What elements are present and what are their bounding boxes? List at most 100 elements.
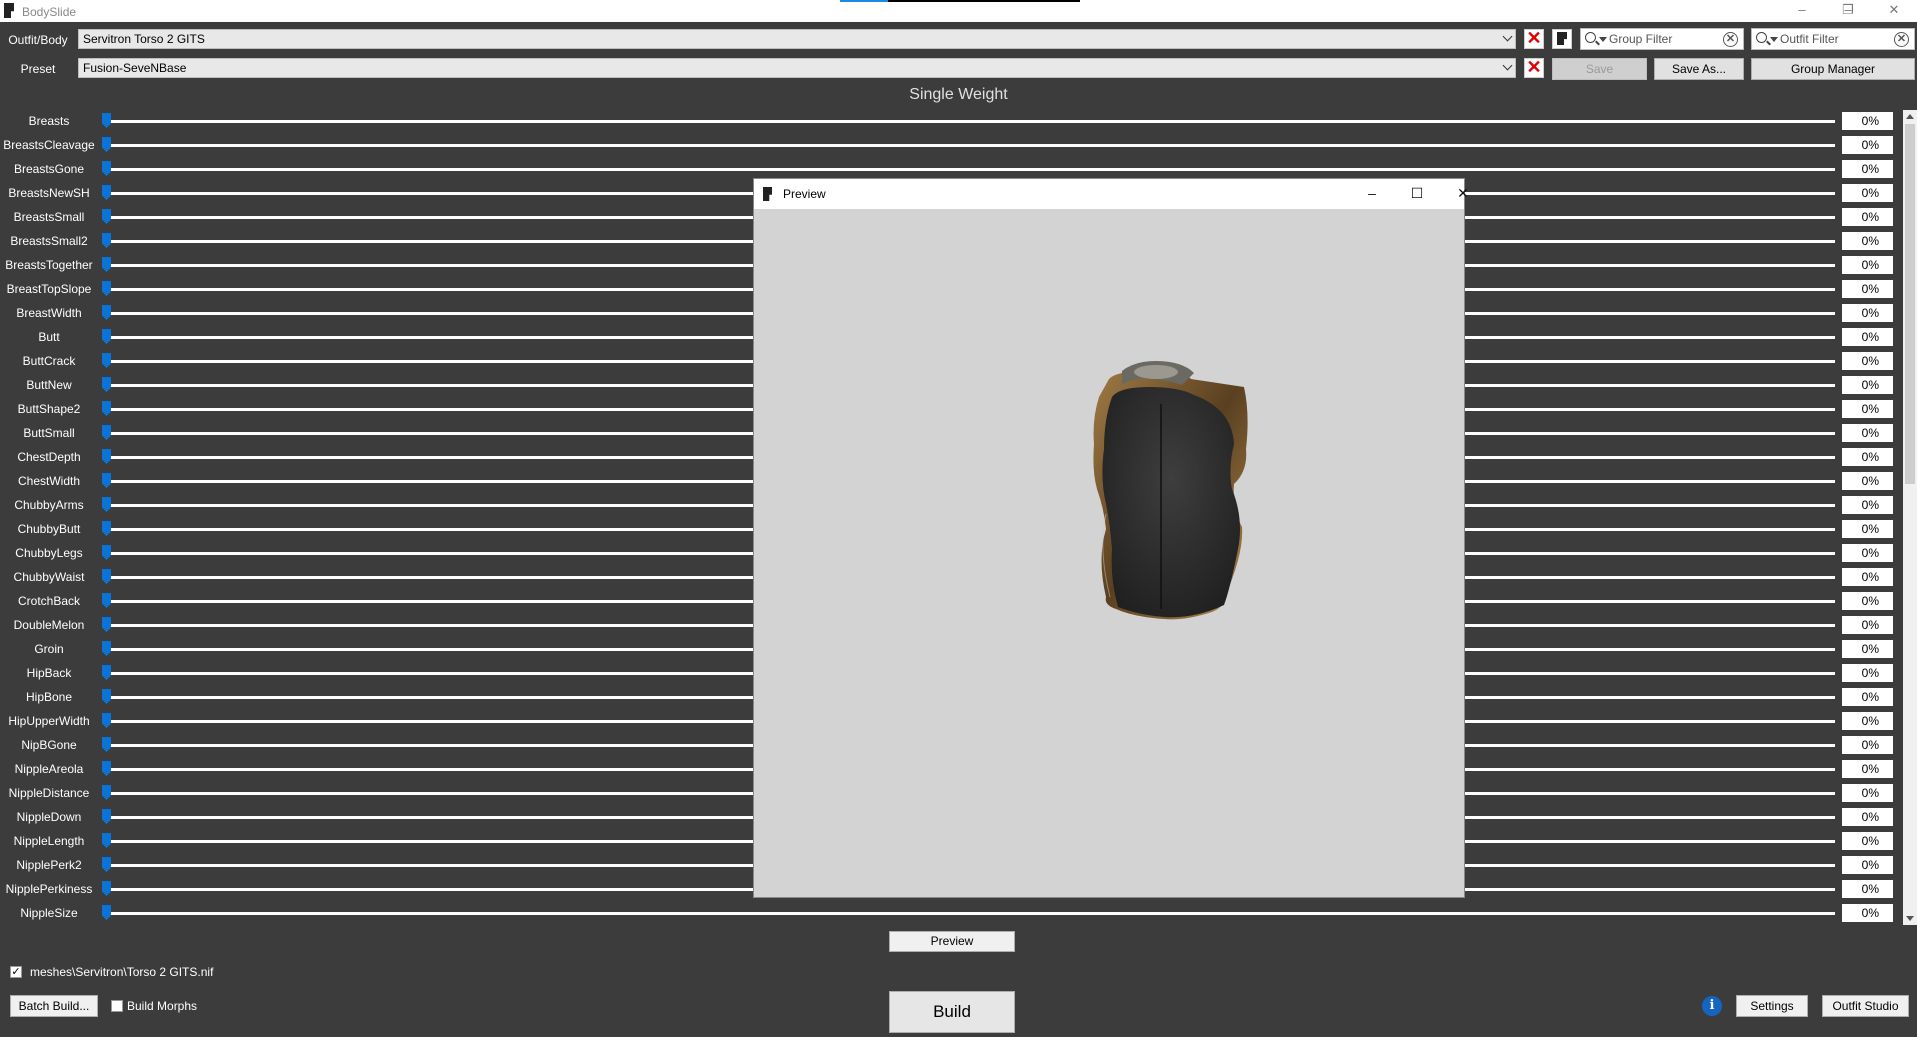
- slider-track[interactable]: [105, 120, 1835, 123]
- clear-outfit-button[interactable]: ✕: [1524, 29, 1544, 49]
- group-manager-button[interactable]: Group Manager: [1751, 58, 1915, 80]
- slider-value-input[interactable]: 0%: [1842, 904, 1893, 922]
- scroll-thumb[interactable]: [1905, 124, 1915, 484]
- slider-value-input[interactable]: 0%: [1842, 328, 1893, 346]
- slider-value-input[interactable]: 0%: [1842, 280, 1893, 298]
- slider-handle[interactable]: [102, 185, 111, 200]
- slider-value-input[interactable]: 0%: [1842, 712, 1893, 730]
- slider-handle[interactable]: [102, 473, 111, 488]
- slider-value-input[interactable]: 0%: [1842, 304, 1893, 322]
- slider-handle[interactable]: [102, 425, 111, 440]
- slider-handle[interactable]: [102, 641, 111, 656]
- save-button[interactable]: Save: [1552, 58, 1647, 80]
- slider-handle[interactable]: [102, 905, 111, 920]
- slider-handle[interactable]: [102, 665, 111, 680]
- slider-handle[interactable]: [102, 593, 111, 608]
- slider-value-input[interactable]: 0%: [1842, 160, 1893, 178]
- slider-handle[interactable]: [102, 401, 111, 416]
- minimize-window-button[interactable]: –: [1779, 0, 1825, 22]
- slider-value-input[interactable]: 0%: [1842, 592, 1893, 610]
- output-path-checkbox[interactable]: ✓: [10, 966, 22, 978]
- preview-button[interactable]: Preview: [889, 931, 1015, 952]
- slider-value-input[interactable]: 0%: [1842, 136, 1893, 154]
- build-button[interactable]: Build: [889, 991, 1015, 1033]
- preview-title-bar[interactable]: Preview – ☐ ✕: [754, 179, 1469, 209]
- slider-value-input[interactable]: 0%: [1842, 880, 1893, 898]
- slider-value-input[interactable]: 0%: [1842, 544, 1893, 562]
- slider-value-input[interactable]: 0%: [1842, 208, 1893, 226]
- slider-handle[interactable]: [102, 497, 111, 512]
- slider-value-input[interactable]: 0%: [1842, 256, 1893, 274]
- slider-value-input[interactable]: 0%: [1842, 496, 1893, 514]
- slider-handle[interactable]: [102, 545, 111, 560]
- preview-window[interactable]: Preview – ☐ ✕: [753, 178, 1469, 898]
- slider-handle[interactable]: [102, 329, 111, 344]
- slider-handle[interactable]: [102, 785, 111, 800]
- clear-preset-button[interactable]: ✕: [1524, 58, 1544, 78]
- slider-handle[interactable]: [102, 161, 111, 176]
- slider-value-input[interactable]: 0%: [1842, 184, 1893, 202]
- slider-track[interactable]: [105, 912, 1835, 915]
- slider-track[interactable]: [105, 168, 1835, 171]
- slider-handle[interactable]: [102, 233, 111, 248]
- slider-handle[interactable]: [102, 881, 111, 896]
- slider-value-input[interactable]: 0%: [1842, 760, 1893, 778]
- slider-handle[interactable]: [102, 809, 111, 824]
- preset-dropdown[interactable]: Fusion-SeveNBase: [78, 58, 1516, 78]
- settings-button[interactable]: Settings: [1736, 995, 1808, 1017]
- preview-3d-canvas[interactable]: [754, 209, 1464, 897]
- clear-search-icon[interactable]: ✕: [1723, 32, 1738, 47]
- slider-value-input[interactable]: 0%: [1842, 784, 1893, 802]
- slider-scrollbar[interactable]: [1903, 110, 1917, 925]
- outfit-filter-input[interactable]: Outfit Filter ✕: [1751, 28, 1915, 50]
- slider-value-input[interactable]: 0%: [1842, 856, 1893, 874]
- slider-handle[interactable]: [102, 713, 111, 728]
- slider-value-input[interactable]: 0%: [1842, 832, 1893, 850]
- slider-handle[interactable]: [102, 209, 111, 224]
- slider-value-input[interactable]: 0%: [1842, 736, 1893, 754]
- slider-handle[interactable]: [102, 761, 111, 776]
- slider-value-input[interactable]: 0%: [1842, 808, 1893, 826]
- slider-value-input[interactable]: 0%: [1842, 472, 1893, 490]
- slider-track[interactable]: [105, 144, 1835, 147]
- preview-minimize-button[interactable]: –: [1352, 184, 1392, 204]
- slider-handle[interactable]: [102, 113, 111, 128]
- slider-handle[interactable]: [102, 833, 111, 848]
- scroll-up-icon[interactable]: [1906, 114, 1914, 119]
- slider-handle[interactable]: [102, 449, 111, 464]
- slider-value-input[interactable]: 0%: [1842, 376, 1893, 394]
- save-as-button[interactable]: Save As...: [1654, 58, 1744, 80]
- slider-handle[interactable]: [102, 857, 111, 872]
- preview-close-button[interactable]: ✕: [1443, 184, 1483, 204]
- slider-handle[interactable]: [102, 257, 111, 272]
- info-icon[interactable]: i: [1702, 996, 1722, 1016]
- slider-value-input[interactable]: 0%: [1842, 520, 1893, 538]
- slider-handle[interactable]: [102, 569, 111, 584]
- restore-window-button[interactable]: ❐: [1825, 0, 1871, 22]
- slider-value-input[interactable]: 0%: [1842, 640, 1893, 658]
- slider-value-input[interactable]: 0%: [1842, 688, 1893, 706]
- slider-value-input[interactable]: 0%: [1842, 112, 1893, 130]
- slider-handle[interactable]: [102, 281, 111, 296]
- slider-handle[interactable]: [102, 305, 111, 320]
- slider-handle[interactable]: [102, 689, 111, 704]
- slider-value-input[interactable]: 0%: [1842, 616, 1893, 634]
- outfit-filter-toggle-button[interactable]: [1552, 29, 1572, 49]
- close-window-button[interactable]: ✕: [1871, 0, 1917, 22]
- slider-handle[interactable]: [102, 353, 111, 368]
- slider-value-input[interactable]: 0%: [1842, 232, 1893, 250]
- group-filter-input[interactable]: Group Filter ✕: [1580, 28, 1744, 50]
- slider-value-input[interactable]: 0%: [1842, 448, 1893, 466]
- preview-maximize-button[interactable]: ☐: [1397, 184, 1437, 204]
- slider-handle[interactable]: [102, 137, 111, 152]
- outfit-studio-button[interactable]: Outfit Studio: [1822, 995, 1909, 1017]
- batch-build-button[interactable]: Batch Build...: [10, 995, 98, 1017]
- clear-search-icon[interactable]: ✕: [1894, 32, 1909, 47]
- slider-value-input[interactable]: 0%: [1842, 352, 1893, 370]
- slider-value-input[interactable]: 0%: [1842, 568, 1893, 586]
- scroll-down-icon[interactable]: [1906, 916, 1914, 921]
- slider-handle[interactable]: [102, 737, 111, 752]
- slider-handle[interactable]: [102, 521, 111, 536]
- outfit-body-dropdown[interactable]: Servitron Torso 2 GITS: [78, 29, 1516, 49]
- slider-handle[interactable]: [102, 377, 111, 392]
